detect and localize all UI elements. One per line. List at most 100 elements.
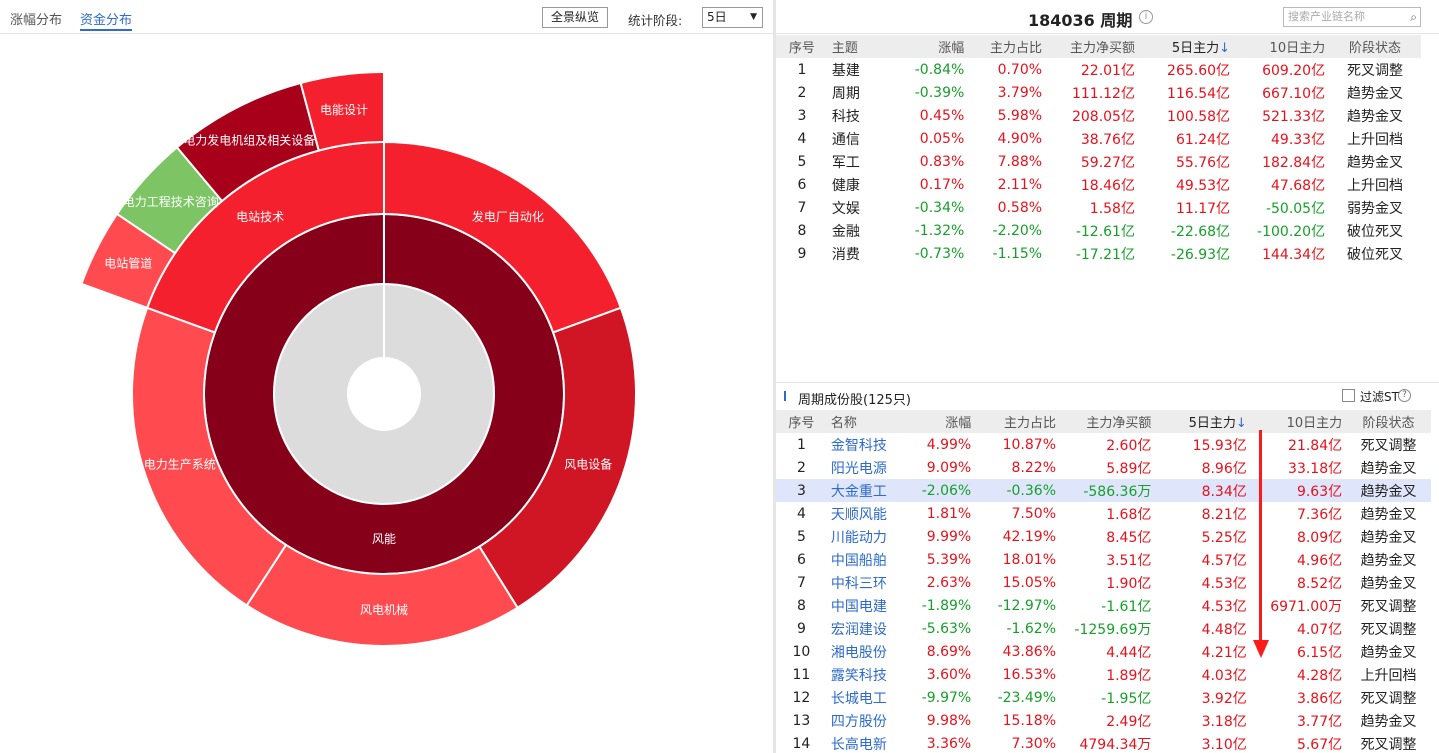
- theme-cell: 11.17亿: [1175, 200, 1231, 217]
- filter-st-checkbox[interactable]: [1342, 389, 1355, 402]
- overview-button[interactable]: 全景纵览: [542, 7, 608, 28]
- table-row[interactable]: 2 阳光电源 9.09% 8.22% 5.89亿 8.96亿 33.18亿 趋势金叉: [776, 456, 1431, 479]
- table-row[interactable]: 4 通信 0.05% 4.90% 38.76亿 61.24亿 49.33亿 上升回档: [776, 127, 1421, 150]
- tab-fund-distribution[interactable]: 资金分布: [80, 9, 133, 31]
- stock-header-1[interactable]: 名称: [826, 410, 912, 433]
- theme-header-6[interactable]: 10日主力: [1234, 35, 1330, 58]
- table-row[interactable]: 9 宏润建设 -5.63% -1.62% -1259.69万 4.48亿 4.07亿 死叉调整: [776, 617, 1431, 640]
- stock-cell[interactable]: 川能动力: [827, 525, 912, 548]
- stock-header-5[interactable]: 5日主力↓: [1155, 410, 1251, 433]
- table-row[interactable]: 13 四方股份 9.98% 15.18% 2.49亿 3.18亿 3.77亿 趋势金叉: [776, 709, 1431, 732]
- stock-cell: 7.30%: [1011, 735, 1056, 752]
- stock-cell: 10.87%: [1002, 436, 1056, 453]
- theme-header-3[interactable]: 主力占比: [968, 35, 1047, 58]
- table-row[interactable]: 3 大金重工 -2.06% -0.36% -586.36万 8.34亿 9.63亿 趋势金叉: [776, 479, 1431, 502]
- stock-cell[interactable]: 四方股份: [827, 709, 912, 732]
- stock-cell[interactable]: 宏润建设: [827, 617, 912, 640]
- table-row[interactable]: 11 露笑科技 3.60% 16.53% 1.89亿 4.03亿 4.28亿 上升回档: [776, 663, 1431, 686]
- table-row[interactable]: 2 周期 -0.39% 3.79% 111.12亿 116.54亿 667.10亿 趋势金叉: [776, 81, 1421, 104]
- stock-cell: -1.95亿: [1101, 690, 1152, 707]
- stock-cell: -1259.69万: [1074, 621, 1152, 638]
- theme-cell: 趋势金叉: [1347, 154, 1404, 171]
- theme-cell: 22.01亿: [1080, 62, 1135, 79]
- theme-header-0[interactable]: 序号: [776, 35, 828, 58]
- help-icon[interactable]: ?: [1398, 389, 1411, 402]
- theme-cell: 0.05%: [919, 130, 965, 147]
- table-row[interactable]: 14 长高电新 3.36% 7.30% 4794.34万 3.10亿 5.67亿 死叉调整: [776, 732, 1431, 753]
- stock-cell[interactable]: 中国船舶: [827, 548, 912, 571]
- theme-cell: 521.33亿: [1262, 108, 1326, 125]
- stock-cell[interactable]: 长高电新: [827, 732, 912, 753]
- stock-cell: 1.89亿: [1106, 667, 1152, 684]
- stock-cell: 9.09%: [926, 459, 972, 476]
- stock-cell[interactable]: 金智科技: [827, 433, 912, 456]
- stock-cell[interactable]: 露笑科技: [827, 663, 912, 686]
- stock-cell: 4.48亿: [1201, 621, 1247, 638]
- theme-cell: -1.32%: [914, 222, 965, 239]
- stock-cell[interactable]: 大金重工: [826, 479, 912, 502]
- theme-cell: -2.20%: [992, 222, 1043, 239]
- stock-header-2[interactable]: 涨幅: [911, 410, 976, 433]
- stock-cell: 3.18亿: [1201, 713, 1247, 730]
- theme-cell: -26.93亿: [1170, 246, 1231, 263]
- stock-cell: 4.07亿: [1296, 621, 1343, 638]
- stock-cell: 3.77亿: [1296, 713, 1343, 730]
- stock-cell: 8: [796, 597, 806, 614]
- table-row[interactable]: 9 消费 -0.73% -1.15% -17.21亿 -26.93亿 144.34亿 破位死叉: [776, 242, 1421, 265]
- theme-header-2[interactable]: 涨幅: [892, 35, 969, 58]
- theme-cell: -12.61亿: [1075, 223, 1135, 240]
- theme-cell: 5: [797, 153, 807, 170]
- theme-cell: 0.70%: [997, 61, 1043, 78]
- theme-cell: -100.20亿: [1257, 223, 1326, 240]
- table-row[interactable]: 1 基建 -0.84% 0.70% 22.01亿 265.60亿 609.20亿 死叉调整: [776, 58, 1421, 81]
- theme-cell: 破位死叉: [1347, 246, 1404, 263]
- stock-cell[interactable]: 长城电工: [827, 686, 912, 709]
- sunburst-chart[interactable]: 风能 发电厂自动化风电设备风电机械 电力生产系统 电站技术电站管道 电力工程技术咨询 电力…: [0, 34, 773, 753]
- theme-cell: 100.58亿: [1167, 108, 1231, 125]
- table-row[interactable]: 1 金智科技 4.99% 10.87% 2.60亿 15.93亿 21.84亿 死叉调整: [776, 433, 1431, 456]
- tab-rise-distribution[interactable]: 涨幅分布: [10, 9, 62, 31]
- info-icon[interactable]: i: [1139, 10, 1153, 24]
- stock-header-3[interactable]: 主力占比: [975, 410, 1060, 433]
- stock-header-4[interactable]: 主力净买额: [1060, 410, 1156, 433]
- theme-header-5[interactable]: 5日主力↓: [1138, 35, 1235, 58]
- stock-cell: -1.62%: [1006, 620, 1056, 637]
- table-row[interactable]: 5 川能动力 9.99% 42.19% 8.45亿 5.25亿 8.09亿 趋势金叉: [776, 525, 1431, 548]
- stat-period-select[interactable]: 5日 ▼: [702, 7, 763, 28]
- table-row[interactable]: 10 湘电股份 8.69% 43.86% 4.44亿 4.21亿 6.15亿 趋势金叉: [776, 640, 1431, 663]
- theme-cell: 2: [797, 84, 807, 101]
- stock-cell[interactable]: 中国电建: [827, 594, 912, 617]
- stock-header-0[interactable]: 序号: [776, 410, 827, 433]
- stock-header-7[interactable]: 阶段状态: [1346, 410, 1431, 433]
- stock-cell[interactable]: 湘电股份: [827, 640, 912, 663]
- stock-cell[interactable]: 中科三环: [827, 571, 912, 594]
- theme-header-7[interactable]: 阶段状态: [1329, 35, 1421, 58]
- search-input[interactable]: 搜索产业链名称 ⌕: [1283, 7, 1421, 27]
- stock-cell: 趋势金叉: [1360, 575, 1417, 592]
- theme-cell: 116.54亿: [1167, 85, 1231, 102]
- table-row[interactable]: 7 文娱 -0.34% 0.58% 1.58亿 11.17亿 -50.05亿 弱势金叉: [776, 196, 1421, 219]
- stock-cell: 2.60亿: [1106, 437, 1152, 454]
- table-row[interactable]: 4 天顺风能 1.81% 7.50% 1.68亿 8.21亿 7.36亿 趋势金叉: [776, 502, 1431, 525]
- stock-header-6[interactable]: 10日主力: [1250, 410, 1347, 433]
- table-row[interactable]: 12 长城电工 -9.97% -23.49% -1.95亿 3.92亿 3.86亿 死叉调整: [776, 686, 1431, 709]
- theme-cell: 破位死叉: [1347, 223, 1404, 240]
- theme-cell: 上升回档: [1347, 177, 1404, 194]
- table-row[interactable]: 8 中国电建 -1.89% -12.97% -1.61亿 4.53亿 6971.00万 死叉调…: [776, 594, 1431, 617]
- stock-cell[interactable]: 天顺风能: [827, 502, 912, 525]
- theme-header-1[interactable]: 主题: [827, 35, 893, 58]
- sort-desc-icon: ↓: [1235, 416, 1247, 431]
- theme-cell: 1: [797, 61, 807, 78]
- theme-cell: 55.76亿: [1175, 154, 1231, 171]
- theme-cell: -0.73%: [914, 245, 965, 262]
- stock-cell: 3.60%: [926, 666, 972, 683]
- table-row[interactable]: 6 健康 0.17% 2.11% 18.46亿 49.53亿 47.68亿 上升回档: [776, 173, 1421, 196]
- search-icon[interactable]: ⌕: [1410, 8, 1417, 26]
- table-row[interactable]: 6 中国船舶 5.39% 18.01% 3.51亿 4.57亿 4.96亿 趋势金叉: [776, 548, 1431, 571]
- table-row[interactable]: 3 科技 0.45% 5.98% 208.05亿 100.58亿 521.33亿 趋势金叉: [776, 104, 1421, 127]
- theme-header-4[interactable]: 主力净买额: [1046, 35, 1139, 58]
- stock-cell[interactable]: 阳光电源: [827, 456, 912, 479]
- table-row[interactable]: 8 金融 -1.32% -2.20% -12.61亿 -22.68亿 -100.20亿 破位死…: [776, 219, 1421, 242]
- table-row[interactable]: 5 军工 0.83% 7.88% 59.27亿 55.76亿 182.84亿 趋势金叉: [776, 150, 1421, 173]
- table-row[interactable]: 7 中科三环 2.63% 15.05% 1.90亿 4.53亿 8.52亿 趋势金叉: [776, 571, 1431, 594]
